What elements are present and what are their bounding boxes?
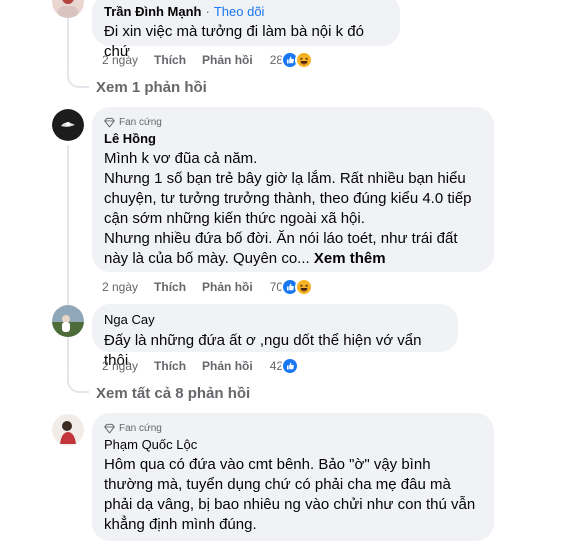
- comment-author[interactable]: Lê Hồng: [104, 131, 156, 146]
- reply-button[interactable]: Phản hồi: [202, 53, 253, 67]
- thread-connector: [67, 70, 89, 88]
- haha-icon: [295, 51, 314, 69]
- comment-time[interactable]: 2 ngày: [102, 53, 138, 67]
- diamond-icon: [104, 423, 115, 433]
- avatar[interactable]: [52, 305, 84, 337]
- reaction-summary[interactable]: 28: [270, 51, 314, 69]
- comment-time[interactable]: 2 ngày: [102, 280, 138, 294]
- avatar[interactable]: [52, 109, 84, 141]
- reaction-summary[interactable]: 70: [270, 278, 314, 296]
- comment-author[interactable]: Phạm Quốc Lộc: [104, 437, 197, 452]
- avatar[interactable]: [52, 414, 84, 446]
- comment-time[interactable]: 2 ngày: [102, 359, 138, 373]
- see-more-link[interactable]: Xem thêm: [314, 250, 386, 267]
- separator-dot: ·: [205, 4, 210, 19]
- comment-author[interactable]: Nga Cay: [104, 312, 155, 327]
- comment-actions: 2 ngày Thích Phản hồi 42: [102, 357, 300, 375]
- comment-bubble: Trần Đình Mạnh · Theo dõi Đi xin việc mà t…: [92, 0, 400, 60]
- fan-badge: Fan cứng: [104, 115, 482, 129]
- like-button[interactable]: Thích: [154, 280, 186, 294]
- fan-badge: Fan cứng: [104, 421, 482, 435]
- like-button[interactable]: Thích: [154, 359, 186, 373]
- badge-label: Fan cứng: [119, 116, 162, 128]
- follow-button[interactable]: Theo dõi: [214, 4, 265, 19]
- thread-line: [67, 145, 69, 375]
- comment-actions: 2 ngày Thích Phản hồi 70: [102, 278, 314, 296]
- thread-connector: [67, 375, 89, 393]
- comment-bubble: Fan cứng Phạm Quốc Lộc Hôm qua có đứa và…: [92, 413, 494, 541]
- comment-actions: 2 ngày Thích Phản hồi 28: [102, 51, 314, 69]
- reply-button[interactable]: Phản hồi: [202, 359, 253, 373]
- comment-text: Mình k vơ đũa cả năm. Nhưng 1 số bạn trẻ…: [104, 150, 472, 267]
- comment-bubble: Nga Cay Đấy là những đứa ất ơ ,ngu dốt t…: [92, 304, 458, 369]
- haha-icon: [295, 278, 314, 296]
- like-icon: [281, 357, 300, 375]
- comment-text: Hôm qua có đứa vào cmt bênh. Bảo "ờ" vậy…: [104, 456, 476, 533]
- reaction-summary[interactable]: 42: [270, 357, 300, 375]
- like-button[interactable]: Thích: [154, 53, 186, 67]
- diamond-icon: [104, 117, 115, 127]
- avatar[interactable]: [52, 0, 84, 18]
- view-replies-link[interactable]: Xem 1 phản hồi: [96, 79, 207, 96]
- view-all-replies-link[interactable]: Xem tất cả 8 phản hồi: [96, 385, 250, 402]
- comment-author[interactable]: Trần Đình Mạnh: [104, 4, 202, 19]
- badge-label: Fan cứng: [119, 422, 162, 434]
- comment-bubble: Fan cứng Lê Hồng Mình k vơ đũa cả năm. N…: [92, 107, 494, 272]
- reply-button[interactable]: Phản hồi: [202, 280, 253, 294]
